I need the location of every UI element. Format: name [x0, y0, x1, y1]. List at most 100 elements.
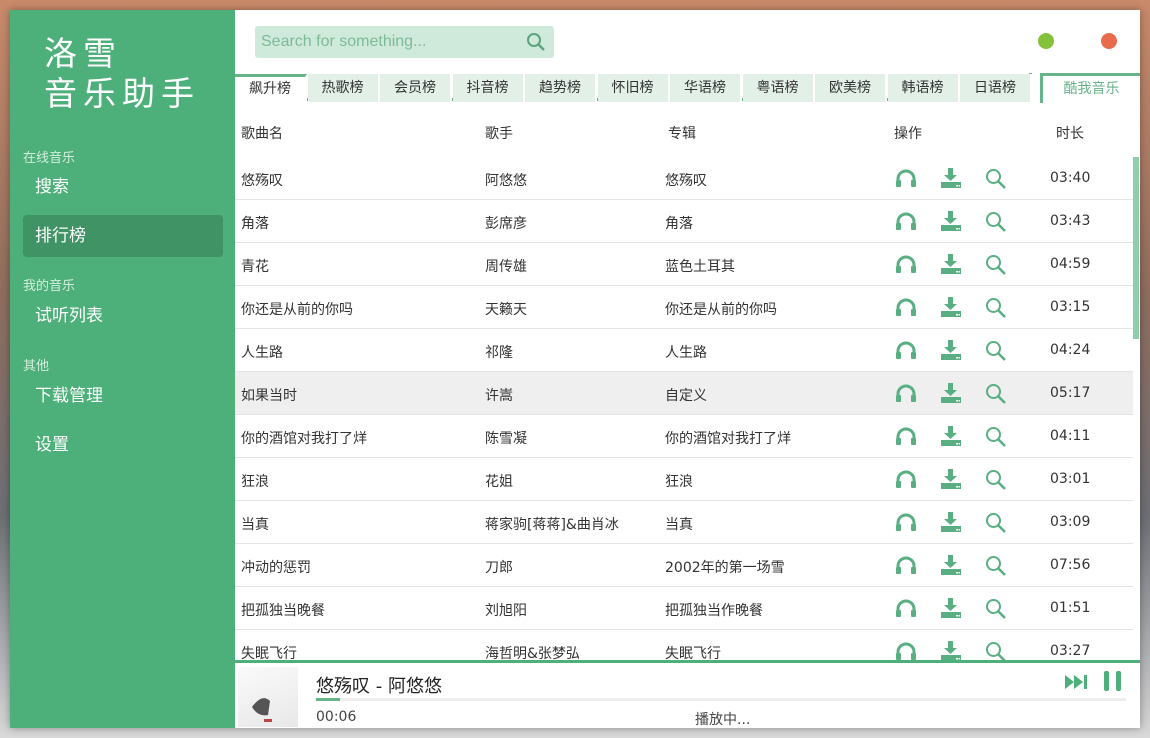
- app-window: 洛雪 音乐助手 在线音乐 搜索 排行榜 我的音乐 试听列表 其他 下载管理 设置 …: [10, 10, 1140, 728]
- table-row[interactable]: 人生路 祁隆 人生路 04:24: [235, 329, 1133, 372]
- headphones-icon[interactable]: [895, 168, 917, 188]
- search-icon[interactable]: [985, 426, 1007, 448]
- search-icon[interactable]: [526, 32, 546, 52]
- minimize-button[interactable]: [1038, 33, 1054, 49]
- artist-name: 祁隆: [485, 345, 513, 361]
- search-icon[interactable]: [985, 340, 1007, 362]
- headphones-icon[interactable]: [895, 598, 917, 618]
- table-row[interactable]: 狂浪 花姐 狂浪 03:01: [235, 458, 1133, 501]
- sidebar-item-playlist[interactable]: 试听列表: [23, 295, 223, 337]
- download-icon[interactable]: [940, 254, 962, 274]
- song-name: 失眠飞行: [241, 646, 297, 661]
- app-logo: 洛雪 音乐助手: [44, 34, 200, 113]
- search-icon[interactable]: [985, 598, 1007, 620]
- chart-tabs: 飙升榜 热歌榜 会员榜 抖音榜 趋势榜 怀旧榜 华语榜 粤语榜 欧美榜 韩语榜 日语榜 酷我音乐: [235, 73, 1140, 103]
- download-icon[interactable]: [940, 641, 962, 661]
- tab-7[interactable]: 粤语榜: [742, 74, 815, 102]
- col-header-actions: 操作: [894, 126, 922, 142]
- duration: 04:11: [1050, 428, 1091, 444]
- sidebar-item-downloads[interactable]: 下载管理: [23, 375, 223, 417]
- table-row[interactable]: 你的酒馆对我打了烊 陈雪凝 你的酒馆对我打了烊 04:11: [235, 415, 1133, 458]
- search-icon[interactable]: [985, 469, 1007, 491]
- table-row[interactable]: 冲动的惩罚 刀郎 2002年的第一场雪 07:56: [235, 544, 1133, 587]
- headphones-icon[interactable]: [895, 211, 917, 231]
- search-icon[interactable]: [985, 512, 1007, 534]
- table-row[interactable]: 你还是从前的你吗 天籁天 你还是从前的你吗 03:15: [235, 286, 1133, 329]
- sidebar-item-charts[interactable]: 排行榜: [23, 215, 223, 257]
- headphones-icon[interactable]: [895, 555, 917, 575]
- album-cover: [238, 667, 298, 727]
- tab-4[interactable]: 趋势榜: [525, 74, 597, 102]
- song-list: 悠殇叹 阿悠悠 悠殇叹 03:40 角落 彭席彦 角落 03:43 青花 周传雄 蓝色土耳其 04:5…: [235, 157, 1133, 661]
- player-bar: 悠殇叹 - 阿悠悠 00:06 播放中...: [235, 660, 1140, 728]
- search-icon[interactable]: [985, 641, 1007, 661]
- source-tab-kuwo[interactable]: 酷我音乐: [1040, 73, 1140, 103]
- song-name: 冲动的惩罚: [241, 560, 311, 576]
- album-name: 狂浪: [665, 474, 693, 490]
- col-header-artist: 歌手: [485, 126, 513, 142]
- duration: 07:56: [1050, 557, 1091, 573]
- download-icon[interactable]: [940, 512, 962, 532]
- song-name: 当真: [241, 517, 269, 533]
- table-row[interactable]: 青花 周传雄 蓝色土耳其 04:59: [235, 243, 1133, 286]
- artist-name: 周传雄: [485, 259, 527, 275]
- table-row[interactable]: 失眠飞行 海哲明&张梦弘 失眠飞行 03:27: [235, 630, 1133, 661]
- download-icon[interactable]: [940, 598, 962, 618]
- search-input[interactable]: [255, 26, 515, 58]
- tab-5[interactable]: 怀旧榜: [597, 74, 670, 102]
- col-header-song: 歌曲名: [241, 126, 283, 142]
- album-name: 悠殇叹: [665, 173, 707, 189]
- download-icon[interactable]: [940, 340, 962, 360]
- album-name: 2002年的第一场雪: [665, 560, 785, 576]
- download-icon[interactable]: [940, 297, 962, 317]
- tab-10[interactable]: 日语榜: [960, 74, 1032, 102]
- duration: 04:24: [1050, 342, 1091, 358]
- album-name: 你还是从前的你吗: [665, 302, 777, 318]
- tab-0[interactable]: 飙升榜: [235, 74, 307, 102]
- search-icon[interactable]: [985, 297, 1007, 319]
- tab-8[interactable]: 欧美榜: [815, 74, 887, 102]
- table-row[interactable]: 当真 蒋家驹[蒋蒋]&曲肖冰 当真 03:09: [235, 501, 1133, 544]
- table-row[interactable]: 把孤独当晚餐 刘旭阳 把孤独当作晚餐 01:51: [235, 587, 1133, 630]
- next-track-icon[interactable]: [1065, 673, 1089, 691]
- download-icon[interactable]: [940, 383, 962, 403]
- headphones-icon[interactable]: [895, 297, 917, 317]
- search-icon[interactable]: [985, 383, 1007, 405]
- search-icon[interactable]: [985, 168, 1007, 190]
- tab-9[interactable]: 韩语榜: [887, 74, 960, 102]
- download-icon[interactable]: [940, 211, 962, 231]
- headphones-icon[interactable]: [895, 254, 917, 274]
- artist-name: 彭席彦: [485, 216, 527, 232]
- headphones-icon[interactable]: [895, 383, 917, 403]
- search-icon[interactable]: [985, 555, 1007, 577]
- table-row[interactable]: 角落 彭席彦 角落 03:43: [235, 200, 1133, 243]
- close-button[interactable]: [1101, 33, 1117, 49]
- headphones-icon[interactable]: [895, 469, 917, 489]
- headphones-icon[interactable]: [895, 641, 917, 661]
- download-icon[interactable]: [940, 469, 962, 489]
- tab-2[interactable]: 会员榜: [380, 74, 452, 102]
- headphones-icon[interactable]: [895, 340, 917, 360]
- sidebar-item-search[interactable]: 搜索: [23, 166, 223, 208]
- headphones-icon[interactable]: [895, 426, 917, 446]
- section-online: 在线音乐: [23, 151, 76, 166]
- tab-1[interactable]: 热歌榜: [307, 74, 380, 102]
- search-box: [255, 26, 554, 58]
- table-row[interactable]: 如果当时 许嵩 自定义 05:17: [235, 372, 1133, 415]
- pause-icon[interactable]: [1102, 669, 1124, 693]
- search-icon[interactable]: [985, 211, 1007, 233]
- search-icon[interactable]: [985, 254, 1007, 276]
- download-icon[interactable]: [940, 555, 962, 575]
- tab-3[interactable]: 抖音榜: [452, 74, 525, 102]
- headphones-icon[interactable]: [895, 512, 917, 532]
- song-name: 青花: [241, 259, 269, 275]
- song-name: 悠殇叹: [241, 173, 283, 189]
- download-icon[interactable]: [940, 426, 962, 446]
- artist-name: 海哲明&张梦弘: [485, 646, 580, 661]
- tab-6[interactable]: 华语榜: [670, 74, 742, 102]
- sidebar-item-settings[interactable]: 设置: [23, 424, 223, 466]
- scrollbar[interactable]: [1133, 157, 1139, 339]
- progress-bar[interactable]: [316, 698, 1126, 701]
- download-icon[interactable]: [940, 168, 962, 188]
- table-row[interactable]: 悠殇叹 阿悠悠 悠殇叹 03:40: [235, 157, 1133, 200]
